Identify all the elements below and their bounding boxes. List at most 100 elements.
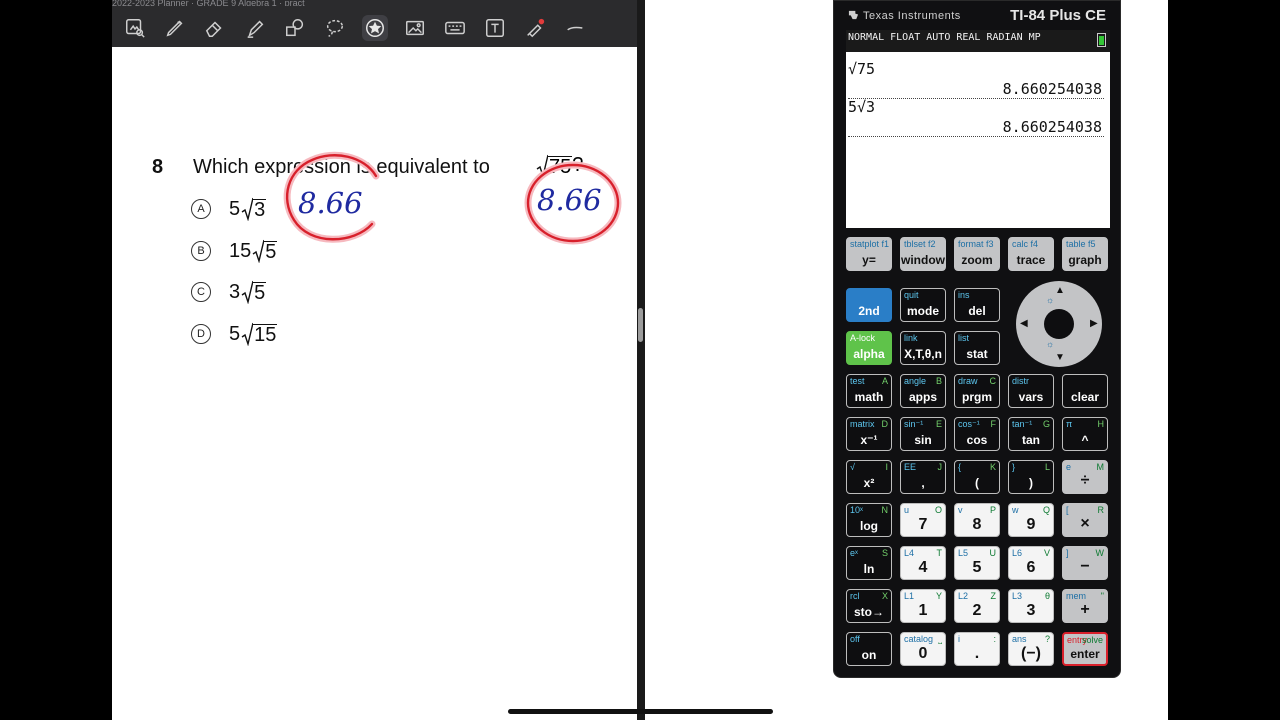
brightness-down-icon: ☼: [1046, 339, 1055, 349]
arrow-pad-center: [1044, 309, 1074, 339]
choice-c[interactable]: C 35: [191, 280, 391, 306]
key-7[interactable]: uO7: [900, 503, 946, 537]
key-6[interactable]: L6 V 6: [1008, 546, 1054, 580]
highlighter-tool-icon[interactable]: [242, 15, 268, 41]
key-1[interactable]: L1 Y 1: [900, 589, 946, 623]
key-9[interactable]: wQ9: [1008, 503, 1054, 537]
split-view-handle[interactable]: [638, 308, 643, 342]
key-store[interactable]: rcl Xsto→: [846, 589, 892, 623]
history-entry-2: 5√3: [848, 98, 876, 116]
choice-d-bubble[interactable]: D: [191, 324, 211, 344]
key-alpha[interactable]: A-lock alpha: [846, 331, 892, 365]
brightness-up-icon: ☼: [1046, 295, 1055, 305]
arrow-left-icon[interactable]: ◀: [1020, 318, 1028, 329]
key-enter[interactable]: entry solve enter: [1062, 632, 1108, 666]
home-indicator[interactable]: [508, 709, 773, 714]
key-on[interactable]: off on: [846, 632, 892, 666]
key-zoom[interactable]: format f3 zoom: [954, 237, 1000, 271]
calculator-brand: Texas Instruments: [848, 9, 961, 22]
key-prgm[interactable]: draw Cprgm: [954, 374, 1000, 408]
key-8[interactable]: vP8: [954, 503, 1000, 537]
choice-b-bubble[interactable]: B: [191, 241, 211, 261]
key-decimal[interactable]: i:.: [954, 632, 1000, 666]
key-close-paren[interactable]: } L): [1008, 460, 1054, 494]
arrow-up-icon[interactable]: ▲: [1055, 285, 1065, 296]
key-cos[interactable]: cos⁻¹ Fcos: [954, 417, 1000, 451]
calculator-model: TI-84 Plus CE: [1010, 7, 1106, 24]
key-negative[interactable]: ans? (−): [1008, 632, 1054, 666]
key-window[interactable]: tblset f2 window: [900, 237, 946, 271]
arrow-pad[interactable]: ▲ ▼ ◀ ▶ ☼ ☼: [1016, 281, 1102, 367]
choice-a-bubble[interactable]: A: [191, 199, 211, 219]
keyboard-tool-icon[interactable]: [442, 15, 468, 41]
key-square[interactable]: √ Ix²: [846, 460, 892, 494]
more-options-icon[interactable]: [562, 15, 588, 41]
key-comma[interactable]: EE J,: [900, 460, 946, 494]
history-result-1: 8.660254038: [1002, 80, 1102, 98]
key-y-equals[interactable]: statplot f1 y=: [846, 237, 892, 271]
notes-pane: 2022-2023 Planner · GRADE 9 Algebra 1 · …: [112, 0, 637, 720]
key-mode[interactable]: quit mode: [900, 288, 946, 322]
key-log[interactable]: 10ˣ Nlog: [846, 503, 892, 537]
shapes-tool-icon[interactable]: [282, 15, 308, 41]
key-trace[interactable]: calc f4 trace: [1008, 237, 1054, 271]
image-tool-icon[interactable]: [402, 15, 428, 41]
sticker-tool-icon[interactable]: [362, 15, 388, 41]
choice-d[interactable]: D 5 15: [191, 322, 391, 348]
key-xttn[interactable]: link X,T,θ,n: [900, 331, 946, 365]
key-vars[interactable]: distr vars: [1008, 374, 1054, 408]
history-entry-1: √75: [848, 60, 876, 78]
key-ln[interactable]: eˣ Sln: [846, 546, 892, 580]
key-apps[interactable]: angle Bapps: [900, 374, 946, 408]
choice-a-expression: 53: [229, 197, 267, 221]
key-subtract[interactable]: ] W −: [1062, 546, 1108, 580]
choice-b-expression: 15 5: [229, 239, 278, 263]
key-stat[interactable]: list stat: [954, 331, 1000, 365]
question-8: 8 Which expression is equivalent to 75?: [152, 154, 612, 180]
key-divide[interactable]: e M ÷: [1062, 460, 1108, 494]
choice-c-bubble[interactable]: C: [191, 282, 211, 302]
laser-pointer-icon[interactable]: [522, 15, 548, 41]
eraser-tool-icon[interactable]: [202, 15, 228, 41]
key-tan[interactable]: tan⁻¹ Gtan: [1008, 417, 1054, 451]
choice-c-expression: 35: [229, 280, 267, 304]
arrow-down-icon[interactable]: ▼: [1055, 352, 1065, 363]
key-5[interactable]: L5 U 5: [954, 546, 1000, 580]
display-mode-status: NORMAL FLOAT AUTO REAL RADIAN MP: [848, 32, 1041, 43]
key-2nd[interactable]: 2nd: [846, 288, 892, 322]
split-view-divider: [637, 0, 645, 720]
key-open-paren[interactable]: {K(: [954, 460, 1000, 494]
battery-icon: [1097, 33, 1106, 47]
text-tool-icon[interactable]: [482, 15, 508, 41]
key-sin[interactable]: sin⁻¹ Esin: [900, 417, 946, 451]
key-inverse[interactable]: matrix Dx⁻¹: [846, 417, 892, 451]
notes-toolbar: 2022-2023 Planner · GRADE 9 Algebra 1 · …: [112, 0, 637, 47]
ti-logo-icon: [848, 10, 859, 20]
history-separator: [848, 136, 1104, 137]
key-2[interactable]: L2 Z 2: [954, 589, 1000, 623]
choice-b[interactable]: B 15 5: [191, 239, 391, 265]
key-graph[interactable]: table f5 graph: [1062, 237, 1108, 271]
display-status-bar: NORMAL FLOAT AUTO REAL RADIAN MP: [846, 30, 1110, 52]
history-separator: [848, 98, 1104, 99]
key-add[interactable]: mem " +: [1062, 589, 1108, 623]
key-math[interactable]: test Amath: [846, 374, 892, 408]
key-3[interactable]: L3 θ 3: [1008, 589, 1054, 623]
key-multiply[interactable]: [R ×: [1062, 503, 1108, 537]
arrow-right-icon[interactable]: ▶: [1090, 318, 1098, 329]
question-text: Which expression is equivalent to: [193, 156, 490, 178]
screen: 2022-2023 Planner · GRADE 9 Algebra 1 · …: [0, 0, 1280, 720]
pen-tool-icon[interactable]: [162, 15, 188, 41]
choice-d-expression: 5 15: [229, 322, 278, 346]
lasso-ai-tool-icon[interactable]: [122, 15, 148, 41]
key-del[interactable]: ins del: [954, 288, 1000, 322]
calculator-display: NORMAL FLOAT AUTO REAL RADIAN MP √75 8.6…: [846, 30, 1110, 228]
question-number: 8: [152, 156, 164, 178]
key-clear[interactable]: clear: [1062, 374, 1108, 408]
key-caret[interactable]: π H ^: [1062, 417, 1108, 451]
lasso-tool-icon[interactable]: [322, 15, 348, 41]
choice-a[interactable]: A 53: [191, 197, 391, 223]
key-4[interactable]: L4 T 4: [900, 546, 946, 580]
ti84-calculator: Texas Instruments TI-84 Plus CE NORMAL F…: [833, 0, 1121, 678]
key-0[interactable]: catalog ⎵ 0: [900, 632, 946, 666]
